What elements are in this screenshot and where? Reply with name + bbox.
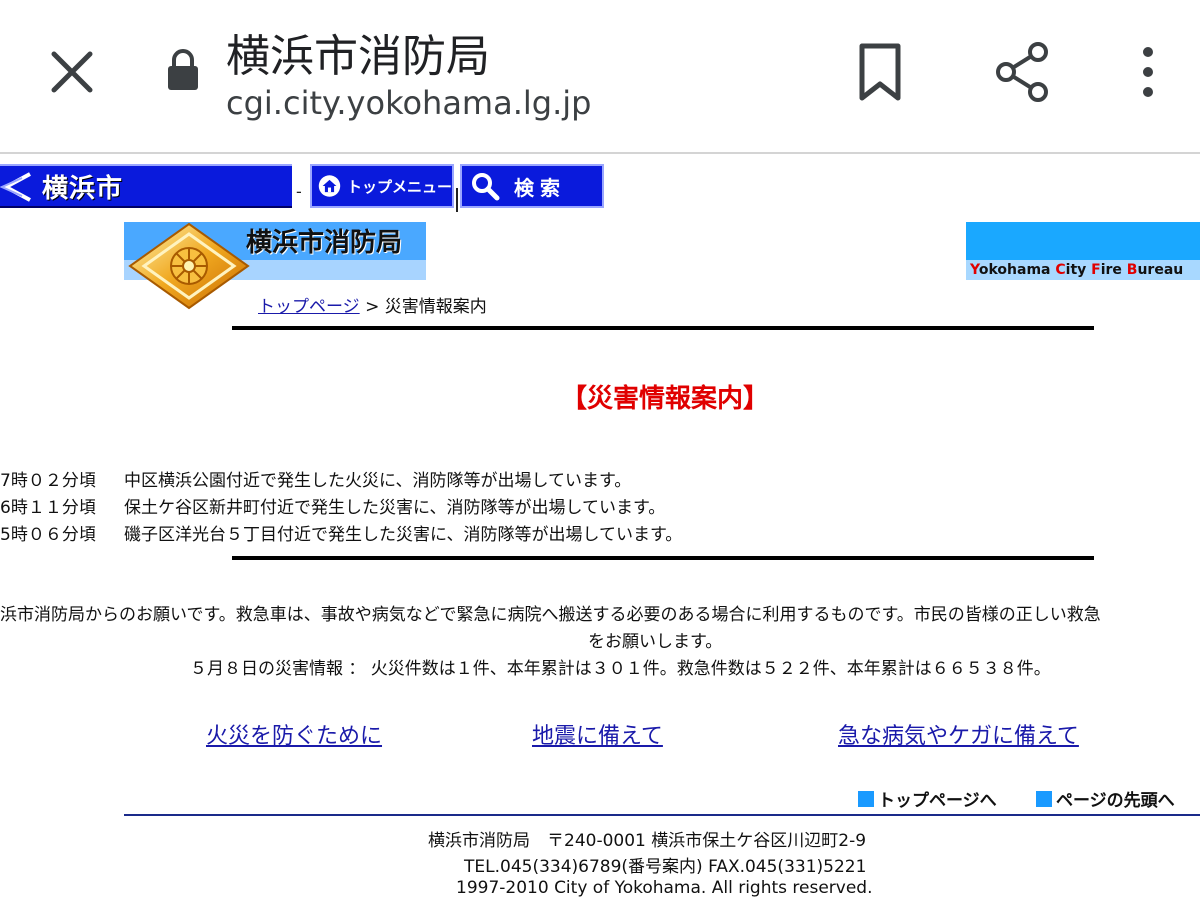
footer-phone: TEL.045(334)6789(番号案内) FAX.045(331)5221 [464, 857, 867, 877]
more-options-button[interactable] [1126, 40, 1170, 104]
nav-yokohama-city[interactable]: 横浜市 [0, 164, 292, 208]
incident-time: 5時０６分頃 [0, 525, 96, 545]
page-heading: 【災害情報案内】 [560, 384, 769, 414]
footer-address: 横浜市消防局 〒240-0001 横浜市保土ケ谷区川辺町2-9 [428, 831, 867, 851]
share-icon [996, 42, 1048, 102]
share-button[interactable] [992, 40, 1052, 104]
breadcrumb-home-link[interactable]: トップページ [258, 297, 360, 317]
notice-text-continued: をお願いします。 [588, 632, 723, 652]
bookmark-button[interactable] [852, 40, 908, 104]
breadcrumb-separator: > [359, 297, 385, 317]
fire-bureau-emblem [128, 222, 250, 310]
footer-divider [124, 814, 1200, 816]
lock-icon [166, 48, 200, 92]
search-icon [472, 173, 500, 201]
incident-text: 中区横浜公園付近で発生した火災に、消防隊等が出場しています。 [124, 471, 632, 491]
divider [232, 556, 1094, 560]
breadcrumb: トップページ > 災害情報案内 [258, 292, 487, 317]
incident-time: 6時１１分頃 [0, 498, 96, 518]
square-bullet-icon [858, 790, 874, 807]
close-tab-button[interactable] [44, 44, 100, 100]
notice-text: 浜市消防局からのお願いです。救急車は、事故や病気などで緊急に病院へ搬送する必要の… [0, 605, 1101, 625]
more-vert-icon [1143, 47, 1153, 97]
square-bullet-icon [1036, 790, 1052, 807]
link-fire-prevention[interactable]: 火災を防ぐために [206, 718, 382, 750]
nav-yokohama-label: 横浜市 [42, 173, 124, 204]
text-cursor [456, 188, 458, 212]
daily-summary: ５月８日の災害情報 ： 火災件数は１件、本年累計は３０１件。救急件数は５２２件、… [190, 659, 1051, 679]
incident-time: 7時０２分頃 [0, 471, 96, 491]
footer-copyright: 1997-2010 City of Yokohama. All rights r… [456, 878, 873, 898]
divider [232, 326, 1094, 330]
close-icon [51, 51, 93, 93]
page-title: 横浜市消防局 [226, 31, 490, 82]
link-earthquake-prep[interactable]: 地震に備えて [532, 718, 663, 750]
incident-report: 6時１１分頃 保土ケ谷区新井町付近で発生した災害に、消防隊等が出場しています。 [0, 495, 665, 522]
footer-top-page-link[interactable]: トップページへ [858, 786, 997, 811]
link-illness-injury-prep[interactable]: 急な病気やケガに備えて [838, 718, 1079, 750]
incident-report: 5時０６分頃 磯子区洋光台５丁目付近で発生した災害に、消防隊等が出場しています。 [0, 522, 682, 549]
arrow-left-icon [0, 172, 31, 202]
nav-search-button[interactable]: 検索 [460, 164, 604, 208]
footer-page-top-link[interactable]: ページの先頭へ [1036, 786, 1175, 811]
bookmark-icon [859, 43, 901, 101]
nav-separator: - [296, 182, 302, 201]
nav-search-label: 検索 [514, 175, 566, 200]
bureau-name: 横浜市消防局 [246, 228, 403, 258]
incident-text: 保土ケ谷区新井町付近で発生した災害に、消防隊等が出場しています。 [124, 498, 666, 518]
breadcrumb-current: 災害情報案内 [384, 297, 487, 317]
nav-top-menu-label: トップメニュー [346, 177, 452, 196]
page-url[interactable]: cgi.city.yokohama.lg.jp [226, 84, 591, 122]
home-icon [318, 175, 341, 197]
incident-report: 7時０２分頃 中区横浜公園付近で発生した火災に、消防隊等が出場しています。 [0, 468, 631, 495]
bureau-name-english: Yokohama City Fire Bureau [970, 262, 1184, 278]
incident-text: 磯子区洋光台５丁目付近で発生した災害に、消防隊等が出場しています。 [124, 525, 683, 545]
nav-top-menu-button[interactable]: トップメニュー [310, 164, 454, 208]
